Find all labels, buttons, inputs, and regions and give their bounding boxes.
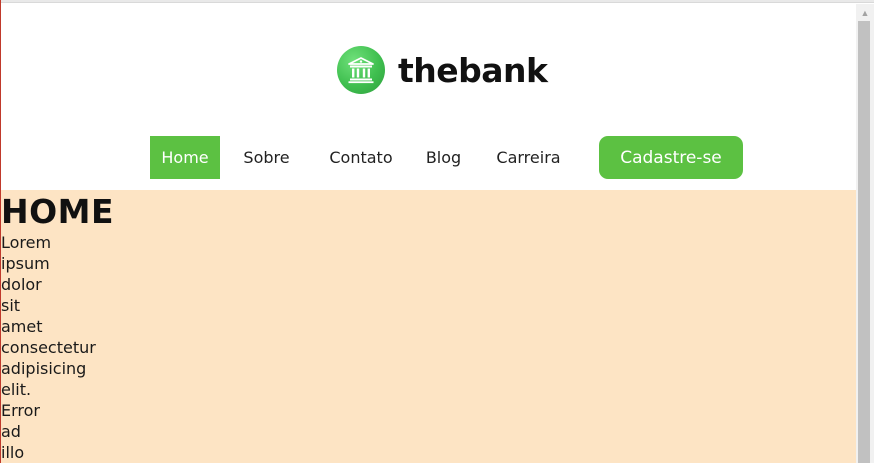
text-word: dolor: [1, 275, 42, 294]
nav-item-contato[interactable]: Contato: [313, 136, 409, 179]
text-word: adipisicing: [1, 359, 87, 378]
vertical-scrollbar[interactable]: ▲: [856, 4, 874, 463]
home-section: HOME Lorem ipsum dolor sit amet consecte…: [1, 190, 856, 463]
text-word: illo: [1, 443, 25, 462]
text-word: elit.: [1, 380, 32, 399]
text-word: Lorem: [1, 233, 52, 252]
scrollbar-thumb[interactable]: [858, 21, 870, 463]
nav-item-home[interactable]: Home: [150, 136, 220, 179]
text-word: ad: [1, 422, 21, 441]
browser-viewport: thebank Home Sobre Contato Blog Carreira…: [0, 0, 874, 463]
web-page: thebank Home Sobre Contato Blog Carreira…: [1, 4, 856, 463]
text-word: consectetur: [1, 338, 96, 357]
brand-name: thebank: [398, 50, 548, 90]
scroll-up-arrow-icon[interactable]: ▲: [856, 4, 874, 21]
nav-item-carreira[interactable]: Carreira: [478, 136, 579, 179]
bank-building-icon: [337, 46, 385, 94]
nav-item-blog[interactable]: Blog: [409, 136, 478, 179]
window-top-edge: [0, 0, 874, 3]
text-word: ipsum: [1, 254, 50, 273]
nav-item-sobre[interactable]: Sobre: [220, 136, 313, 179]
text-word: sit: [1, 296, 21, 315]
page-title: HOME: [1, 192, 115, 231]
brand[interactable]: thebank: [337, 46, 548, 94]
signup-button[interactable]: Cadastre-se: [599, 136, 743, 179]
text-word: Error: [1, 401, 40, 420]
text-word: amet: [1, 317, 43, 336]
lorem-text: Lorem ipsum dolor sit amet consectetur a…: [1, 232, 96, 463]
main-nav: Home Sobre Contato Blog Carreira Cadastr…: [150, 136, 743, 179]
